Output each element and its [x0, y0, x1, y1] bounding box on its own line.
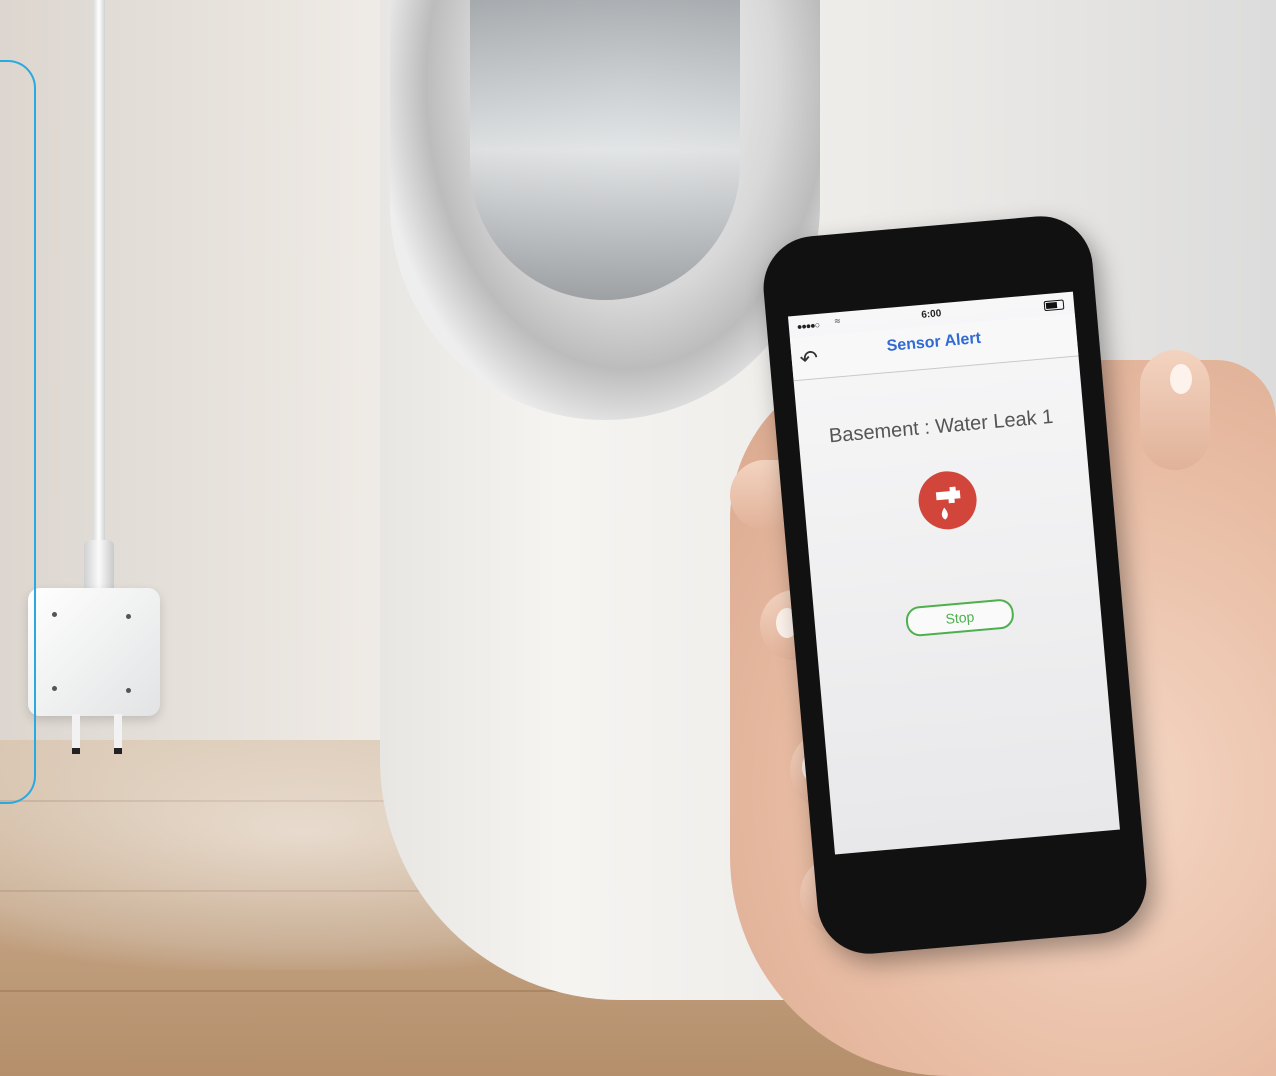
sensor-cable	[93, 0, 105, 560]
alert-message: Basement : Water Leak 1	[828, 405, 1055, 448]
phone-screen: ●●●●○ ≈ 6:00 ↶ Sensor Alert Basement : W…	[787, 291, 1120, 855]
washing-machine-drum	[470, 0, 740, 300]
fingernail	[1170, 364, 1192, 394]
decorative-frame	[0, 60, 36, 804]
water-tap-drop-icon	[916, 468, 980, 532]
cable-collar	[84, 540, 114, 595]
battery-icon	[1043, 299, 1065, 312]
smartphone: ●●●●○ ≈ 6:00 ↶ Sensor Alert Basement : W…	[759, 211, 1151, 959]
sensor-probe-right	[114, 714, 122, 754]
photo-scene: ●●●●○ ≈ 6:00 ↶ Sensor Alert Basement : W…	[0, 0, 1276, 1076]
sensor-probe-left	[72, 714, 80, 754]
water-leak-sensor	[28, 588, 160, 716]
stop-button[interactable]: Stop	[904, 598, 1015, 638]
